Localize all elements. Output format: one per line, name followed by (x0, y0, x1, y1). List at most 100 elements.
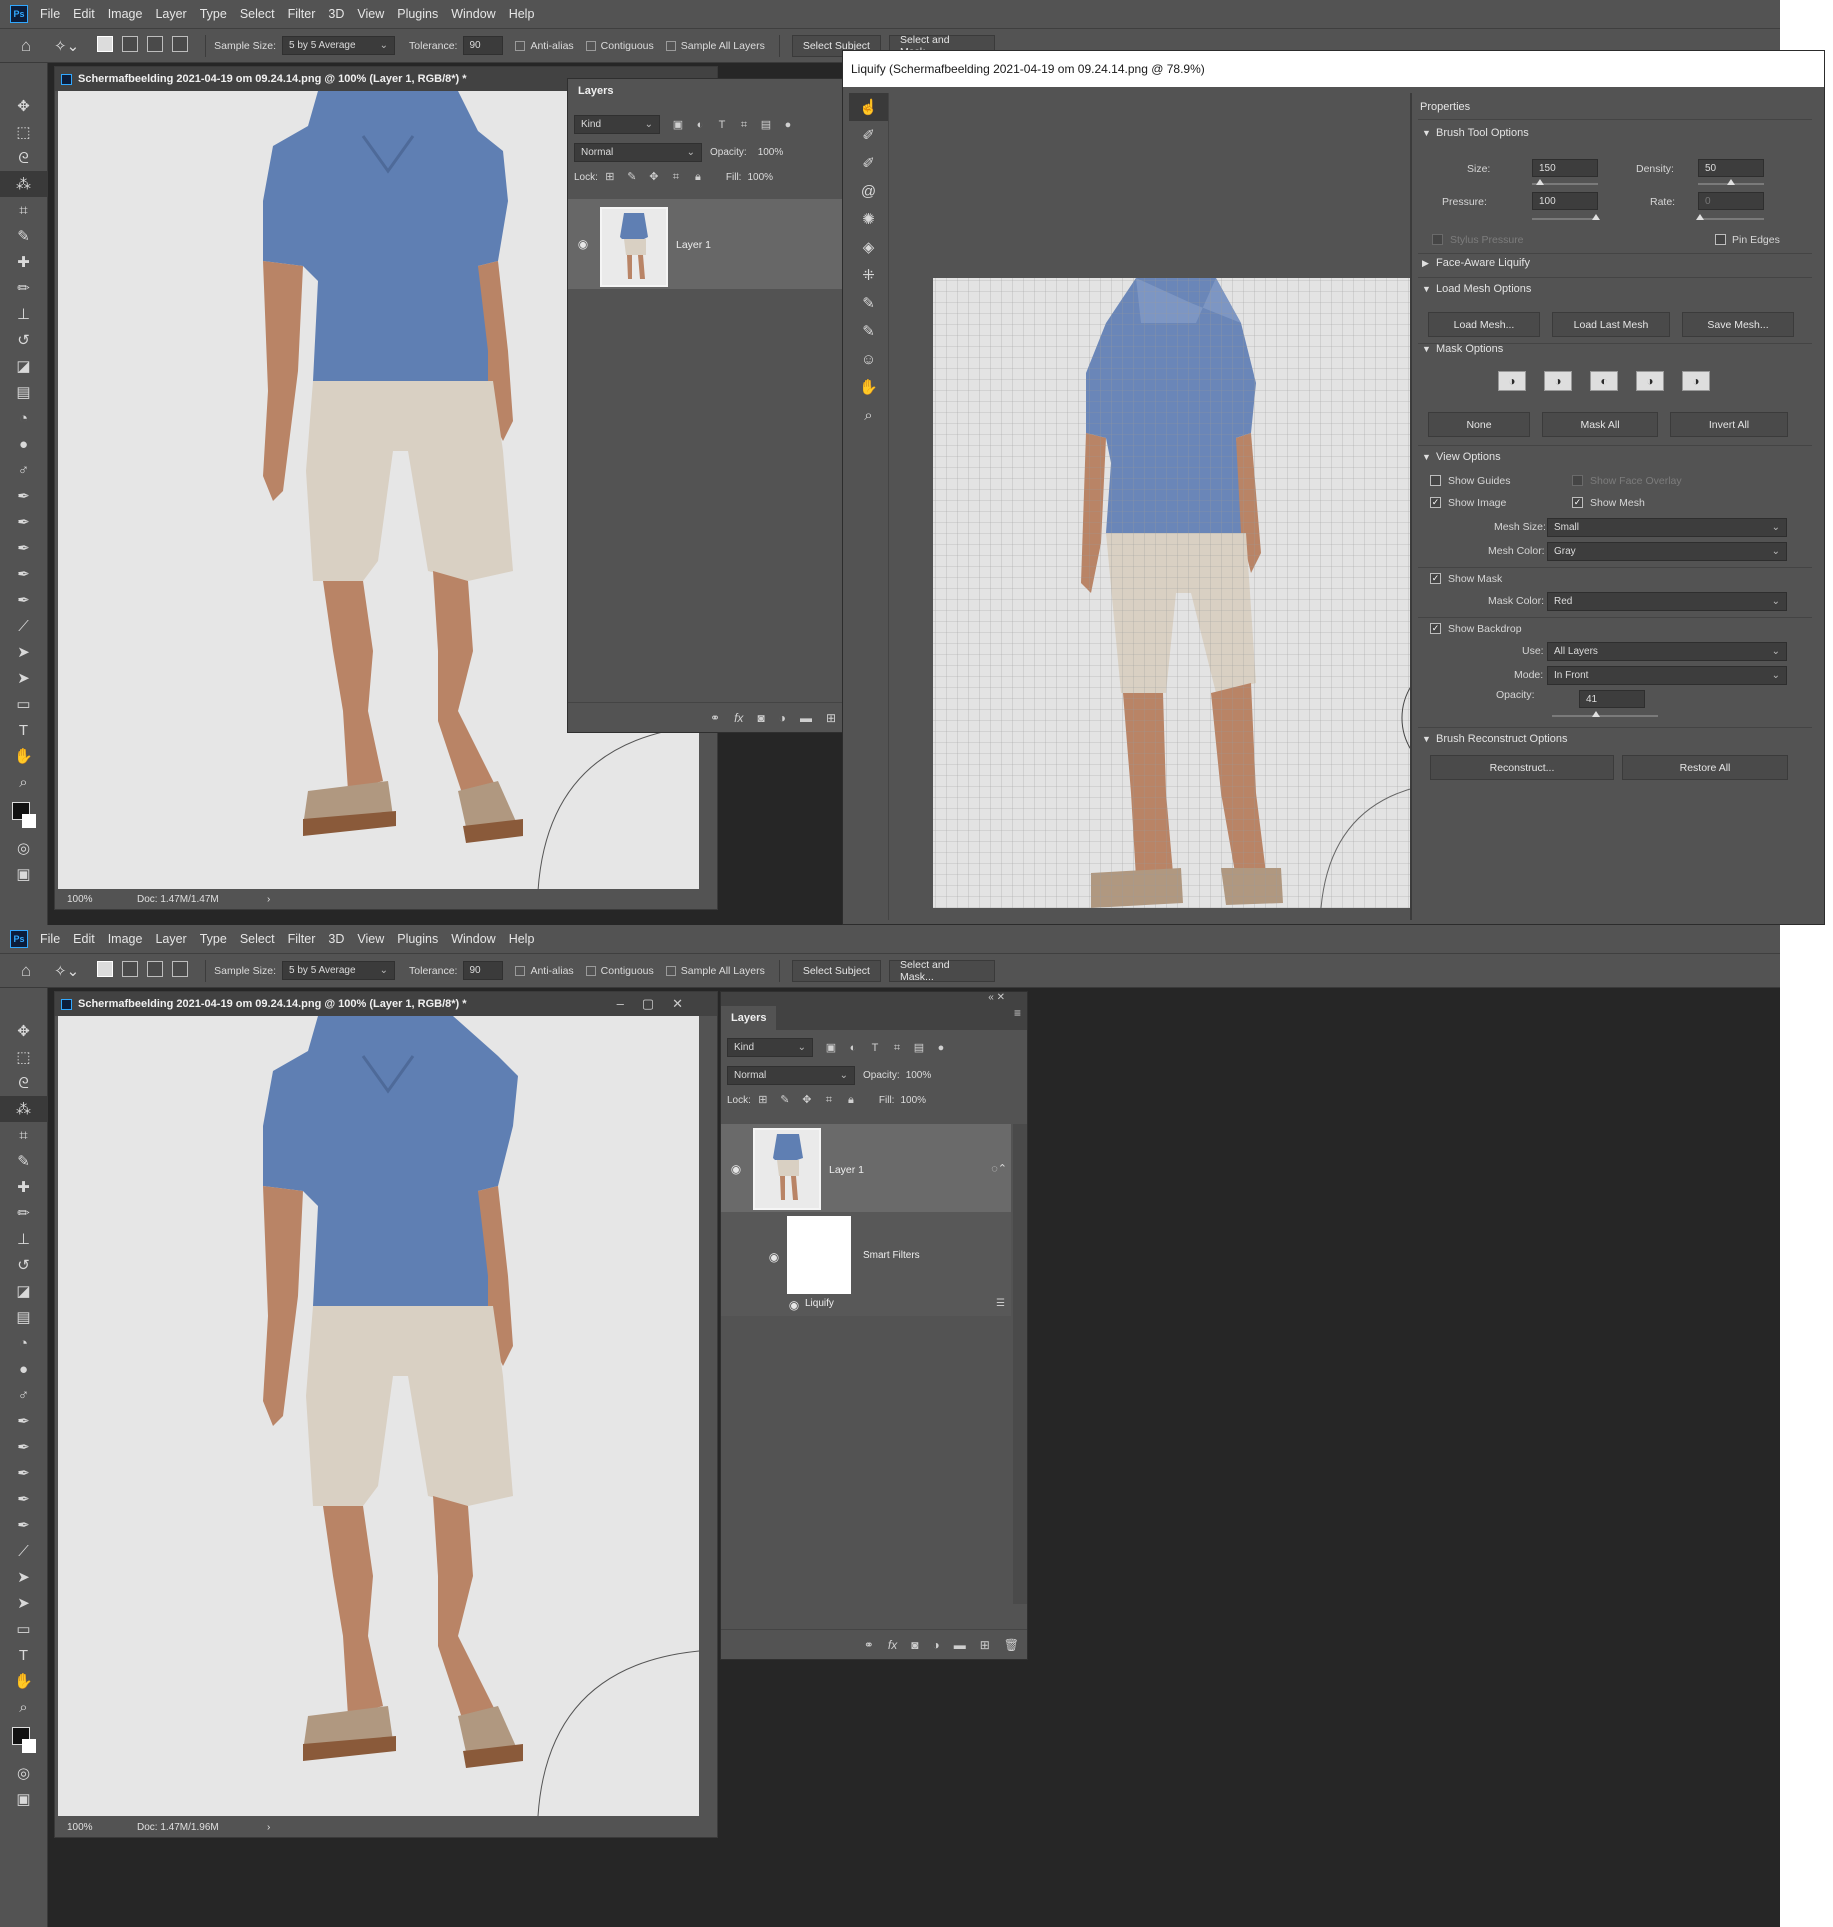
density-input[interactable]: 50 (1698, 159, 1764, 177)
new-group-icon[interactable]: ▬ (954, 1638, 966, 1652)
load-last-mesh-button[interactable]: Load Last Mesh (1552, 312, 1670, 337)
lock-position-icon[interactable]: ✥ (801, 1094, 813, 1106)
eyedropper-tool-icon[interactable]: ✎ (0, 1148, 47, 1174)
document-tab[interactable]: Schermafbeelding 2021-04-19 om 09.24.14.… (55, 992, 717, 1016)
zoom-tool-icon[interactable]: ⌕ (849, 401, 888, 429)
lock-position-icon[interactable]: ✥ (648, 171, 660, 183)
forward-warp-icon[interactable]: ☝ (849, 93, 888, 121)
add-anchor-icon[interactable]: ✒ (0, 1486, 47, 1512)
magic-wand-tool-icon[interactable]: ⁂ (0, 171, 47, 197)
lock-pixels-icon[interactable]: ✎ (779, 1094, 791, 1106)
lock-all-icon[interactable]: 🔒︎ (692, 171, 704, 183)
screen-mode-icon[interactable]: ▣ (0, 1786, 47, 1812)
layer-name[interactable]: Layer 1 (829, 1164, 864, 1176)
menu-help[interactable]: Help (509, 932, 535, 946)
delete-anchor-icon[interactable]: ✒ (0, 587, 47, 613)
status-chevron-icon[interactable]: › (267, 894, 270, 905)
backdrop-opacity-knob[interactable] (1592, 711, 1600, 717)
smart-filters-row[interactable]: ◉ Smart Filters ◉ Liquify ☰ (721, 1212, 1011, 1316)
layers-tab[interactable]: Layers (721, 1006, 777, 1030)
rectangle-tool-icon[interactable]: ▭ (0, 691, 47, 717)
menu-layer[interactable]: Layer (155, 932, 186, 946)
screen-mode-icon[interactable]: ▣ (0, 861, 47, 887)
crop-tool-icon[interactable]: ⌗ (0, 1122, 47, 1148)
new-layer-icon[interactable]: ⊞ (980, 1638, 990, 1652)
menu-plugins[interactable]: Plugins (397, 932, 438, 946)
menu-select[interactable]: Select (240, 932, 275, 946)
add-to-selection-icon[interactable]: ◑ (1544, 371, 1572, 391)
kind-filter-select[interactable]: Kind (574, 115, 660, 134)
smudge-tool-icon[interactable]: ● (0, 431, 47, 457)
menu-select[interactable]: Select (240, 7, 275, 21)
liquify-eye-icon[interactable]: ◉ (787, 1299, 801, 1311)
mesh-size-select[interactable]: Small (1547, 518, 1787, 537)
mesh-color-select[interactable]: Gray (1547, 542, 1787, 561)
menu-filter[interactable]: Filter (288, 7, 316, 21)
subtract-selection-icon[interactable] (147, 961, 164, 977)
show-backdrop-checkbox[interactable]: ✓ (1430, 623, 1441, 634)
menu-plugins[interactable]: Plugins (397, 7, 438, 21)
bloat-tool-icon[interactable]: ◈ (849, 233, 888, 261)
visibility-eye-icon[interactable]: ◉ (576, 238, 590, 250)
density-slider-knob[interactable] (1727, 179, 1735, 185)
type-filter-icon[interactable]: T (869, 1042, 881, 1054)
menu-window[interactable]: Window (451, 7, 495, 21)
healing-brush-icon[interactable]: ✚ (0, 249, 47, 275)
backdrop-opacity-slider[interactable] (1552, 711, 1658, 717)
new-layer-icon[interactable]: ⊞ (826, 711, 836, 725)
brush-tool-options-header[interactable]: ▼ Brush Tool Options (1422, 127, 1808, 139)
show-face-overlay-checkbox[interactable] (1572, 475, 1583, 486)
layer-name[interactable]: Layer 1 (676, 239, 711, 251)
show-mask-checkbox[interactable]: ✓ (1430, 573, 1441, 584)
lock-transparency-icon[interactable]: ⊞ (757, 1094, 769, 1106)
add-selection-icon[interactable] (122, 961, 139, 977)
pen-tool-icon[interactable]: ✒ (0, 1408, 47, 1434)
menu-image[interactable]: Image (108, 932, 143, 946)
magic-wand-icon[interactable]: ✧⌄ (54, 962, 79, 980)
panel-menu-icon[interactable]: ≡ (1014, 1006, 1021, 1020)
smooth-tool-icon[interactable]: ✐ (849, 149, 888, 177)
face-aware-header[interactable]: ▶ Face-Aware Liquify (1422, 257, 1808, 269)
size-slider-knob[interactable] (1536, 179, 1544, 185)
kind-filter-select[interactable]: Kind (727, 1038, 813, 1057)
intersect-selection-icon[interactable]: ◑ (1636, 371, 1664, 391)
menu-3d[interactable]: 3D (328, 932, 344, 946)
rectangle-tool-icon[interactable]: ▭ (0, 1616, 47, 1642)
eyedropper-tool-icon[interactable]: ✎ (0, 223, 47, 249)
menu-edit[interactable]: Edit (73, 932, 95, 946)
load-mesh-options-header[interactable]: ▼ Load Mesh Options (1422, 283, 1808, 295)
menu-edit[interactable]: Edit (73, 7, 95, 21)
add-selection-icon[interactable] (122, 36, 139, 52)
stylus-pressure-checkbox[interactable] (1432, 234, 1443, 245)
adjustment-filter-icon[interactable]: ◐ (694, 119, 706, 131)
size-input[interactable]: 150 (1532, 159, 1598, 177)
rate-input[interactable]: 0 (1698, 192, 1764, 210)
link-layers-icon[interactable]: ⚭ (710, 711, 720, 725)
magic-wand-tool-icon[interactable]: ⁂ (0, 1096, 47, 1122)
adjustment-layer-icon[interactable]: ◑ (932, 1638, 939, 1652)
dodge-tool-icon[interactable]: ♂ (0, 457, 47, 483)
convert-point-icon[interactable]: ⟋ (0, 1538, 47, 1564)
blend-mode-select[interactable]: Normal (574, 143, 702, 162)
fx-icon[interactable]: fx (888, 1638, 897, 1652)
window-controls[interactable]: –▢✕ (617, 996, 701, 1012)
invert-all-button[interactable]: Invert All (1670, 412, 1788, 437)
subtract-from-selection-icon[interactable]: ◐ (1590, 371, 1618, 391)
mode-select[interactable]: In Front (1547, 666, 1787, 685)
dodge-tool-icon[interactable]: ♂ (0, 1382, 47, 1408)
move-tool-icon[interactable]: ✥ (0, 93, 47, 119)
zoom-level[interactable]: 100% (67, 1822, 137, 1833)
sample-all-layers-checkbox[interactable]: Sample All Layers (665, 965, 765, 977)
fx-icon[interactable]: fx (734, 711, 743, 725)
select-subject-button[interactable]: Select Subject (791, 959, 881, 982)
fill-input[interactable]: 100% (900, 1095, 926, 1106)
brush-tool-icon[interactable]: ✏ (0, 275, 47, 301)
history-brush-icon[interactable]: ↺ (0, 1252, 47, 1278)
none-button[interactable]: None (1428, 412, 1530, 437)
home-icon[interactable]: ⌂ (14, 959, 38, 983)
show-image-checkbox[interactable]: ✓ (1430, 497, 1441, 508)
fill-input[interactable]: 100% (747, 172, 773, 183)
menu-view[interactable]: View (357, 932, 384, 946)
sample-all-layers-checkbox[interactable]: Sample All Layers (665, 40, 765, 52)
pucker-tool-icon[interactable]: ✺ (849, 205, 888, 233)
